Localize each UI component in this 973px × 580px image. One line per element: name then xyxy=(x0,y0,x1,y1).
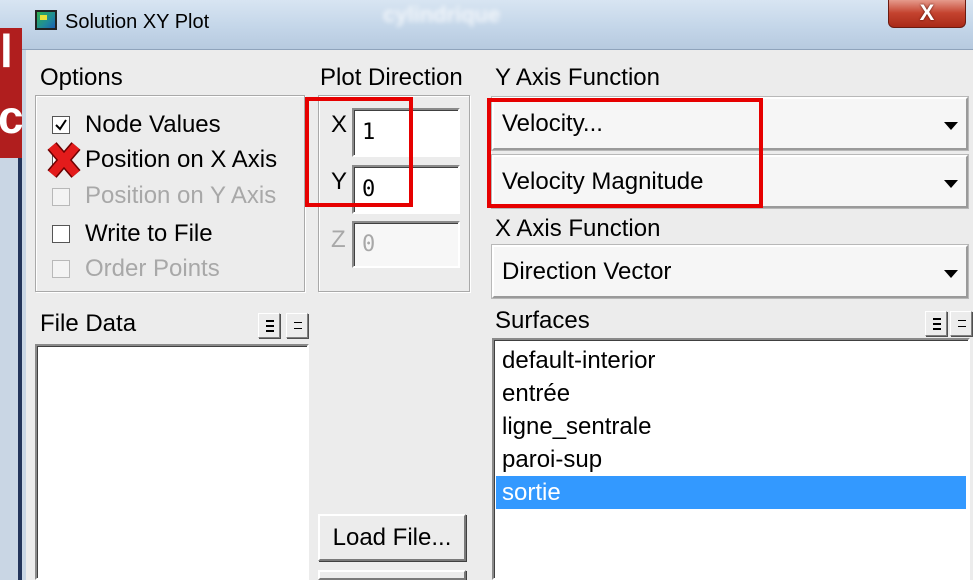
checkmark-icon xyxy=(55,119,67,131)
background-slide-fragment: l c xyxy=(0,28,22,158)
direction-z-input[interactable] xyxy=(352,221,460,268)
background-window-title: cylindrique xyxy=(383,2,501,27)
direction-y-label: Y xyxy=(331,168,348,195)
position-on-y-axis-checkbox[interactable] xyxy=(52,188,70,206)
deselect-all-icon-line xyxy=(958,326,966,327)
chevron-down-icon[interactable] xyxy=(944,179,958,188)
node-values-checkbox[interactable] xyxy=(52,116,70,134)
select-all-icon-line xyxy=(266,330,274,332)
y-axis-quantity-dropdown[interactable]: Velocity Magnitude xyxy=(491,154,969,209)
deselect-all-icon-line xyxy=(294,328,302,329)
app-window-icon[interactable] xyxy=(35,10,57,30)
select-all-icon-line xyxy=(933,323,941,325)
position-on-y-axis-label: Position on Y Axis xyxy=(85,182,277,209)
select-all-icon-line xyxy=(266,325,274,327)
write-to-file-label: Write to File xyxy=(85,220,213,247)
plot-direction-heading: Plot Direction xyxy=(320,64,463,91)
file-data-select-all-button[interactable] xyxy=(258,313,280,338)
deselect-all-icon xyxy=(294,322,302,323)
load-file-button[interactable]: Load File... xyxy=(318,514,466,561)
slide-fragment-top: l xyxy=(0,28,13,77)
select-all-icon-line xyxy=(933,328,941,330)
surfaces-heading: Surfaces xyxy=(495,307,590,334)
surfaces-select-all-button[interactable] xyxy=(925,311,947,336)
select-all-icon xyxy=(933,318,941,320)
position-on-x-axis-label: Position on X Axis xyxy=(85,146,278,173)
select-all-icon xyxy=(266,320,274,322)
chevron-down-icon[interactable] xyxy=(944,269,958,278)
x-axis-function-value: Direction Vector xyxy=(502,257,672,285)
deselect-all-icon xyxy=(958,320,966,321)
list-item[interactable]: entrée xyxy=(496,377,966,410)
partial-button[interactable] xyxy=(318,570,466,580)
chevron-down-icon[interactable] xyxy=(944,121,958,130)
list-item[interactable]: ligne_sentrale xyxy=(496,410,966,443)
x-axis-function-heading: X Axis Function xyxy=(495,215,661,242)
window-title: Solution XY Plot xyxy=(65,11,210,33)
surfaces-deselect-all-button[interactable] xyxy=(950,311,972,336)
x-axis-function-dropdown[interactable]: Direction Vector xyxy=(491,244,969,299)
red-cross-icon xyxy=(47,142,81,178)
file-data-heading: File Data xyxy=(40,310,137,337)
y-axis-quantity-value: Velocity Magnitude xyxy=(502,167,704,195)
list-item[interactable]: default-interior xyxy=(496,344,966,377)
list-item[interactable]: paroi-sup xyxy=(496,443,966,476)
order-points-checkbox[interactable] xyxy=(52,260,70,278)
file-data-list[interactable] xyxy=(35,344,309,580)
order-points-label: Order Points xyxy=(85,255,220,282)
y-axis-category-dropdown[interactable]: Velocity... xyxy=(491,96,969,151)
options-heading: Options xyxy=(40,64,123,91)
direction-x-label: X xyxy=(331,111,348,138)
slide-fragment-bottom: c xyxy=(0,91,22,143)
write-to-file-checkbox[interactable] xyxy=(52,225,70,243)
direction-y-input[interactable] xyxy=(352,165,460,214)
direction-x-input[interactable] xyxy=(352,108,460,157)
y-axis-category-value: Velocity... xyxy=(502,109,603,137)
node-values-label: Node Values xyxy=(85,111,221,138)
surfaces-list[interactable]: default-interior entrée ligne_sentrale p… xyxy=(492,338,970,580)
list-item[interactable]: sortie xyxy=(496,476,966,509)
file-data-deselect-all-button[interactable] xyxy=(286,313,308,338)
direction-z-label: Z xyxy=(331,226,346,253)
y-axis-function-heading: Y Axis Function xyxy=(495,64,660,91)
close-button[interactable]: X xyxy=(888,0,966,28)
